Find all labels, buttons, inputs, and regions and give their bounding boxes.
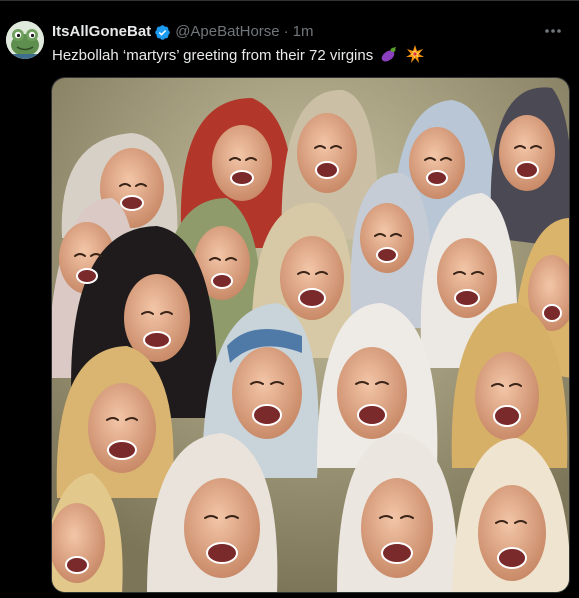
eggplant-emoji-icon bbox=[380, 45, 398, 69]
tweet[interactable]: ItsAllGoneBat @ApeBatHorse · 1m Hezbolla… bbox=[0, 0, 579, 598]
user-handle[interactable]: @ApeBatHorse bbox=[175, 23, 279, 41]
collision-emoji-icon bbox=[405, 45, 424, 69]
frog-avatar-icon[interactable] bbox=[6, 21, 44, 59]
display-name[interactable]: ItsAllGoneBat bbox=[52, 23, 151, 41]
timestamp[interactable]: 1m bbox=[293, 23, 314, 41]
verified-badge-icon bbox=[154, 24, 171, 41]
more-options-icon[interactable] bbox=[541, 21, 565, 41]
tweet-body: Hezbollah ‘martyrs’ greeting from their … bbox=[52, 47, 374, 64]
tweet-header: ItsAllGoneBat @ApeBatHorse · 1m bbox=[52, 23, 313, 41]
tweet-text: Hezbollah ‘martyrs’ greeting from their … bbox=[52, 45, 424, 69]
separator-dot: · bbox=[283, 23, 289, 40]
tweet-image[interactable] bbox=[51, 77, 570, 593]
painting-of-laughing-women-icon bbox=[52, 78, 569, 592]
